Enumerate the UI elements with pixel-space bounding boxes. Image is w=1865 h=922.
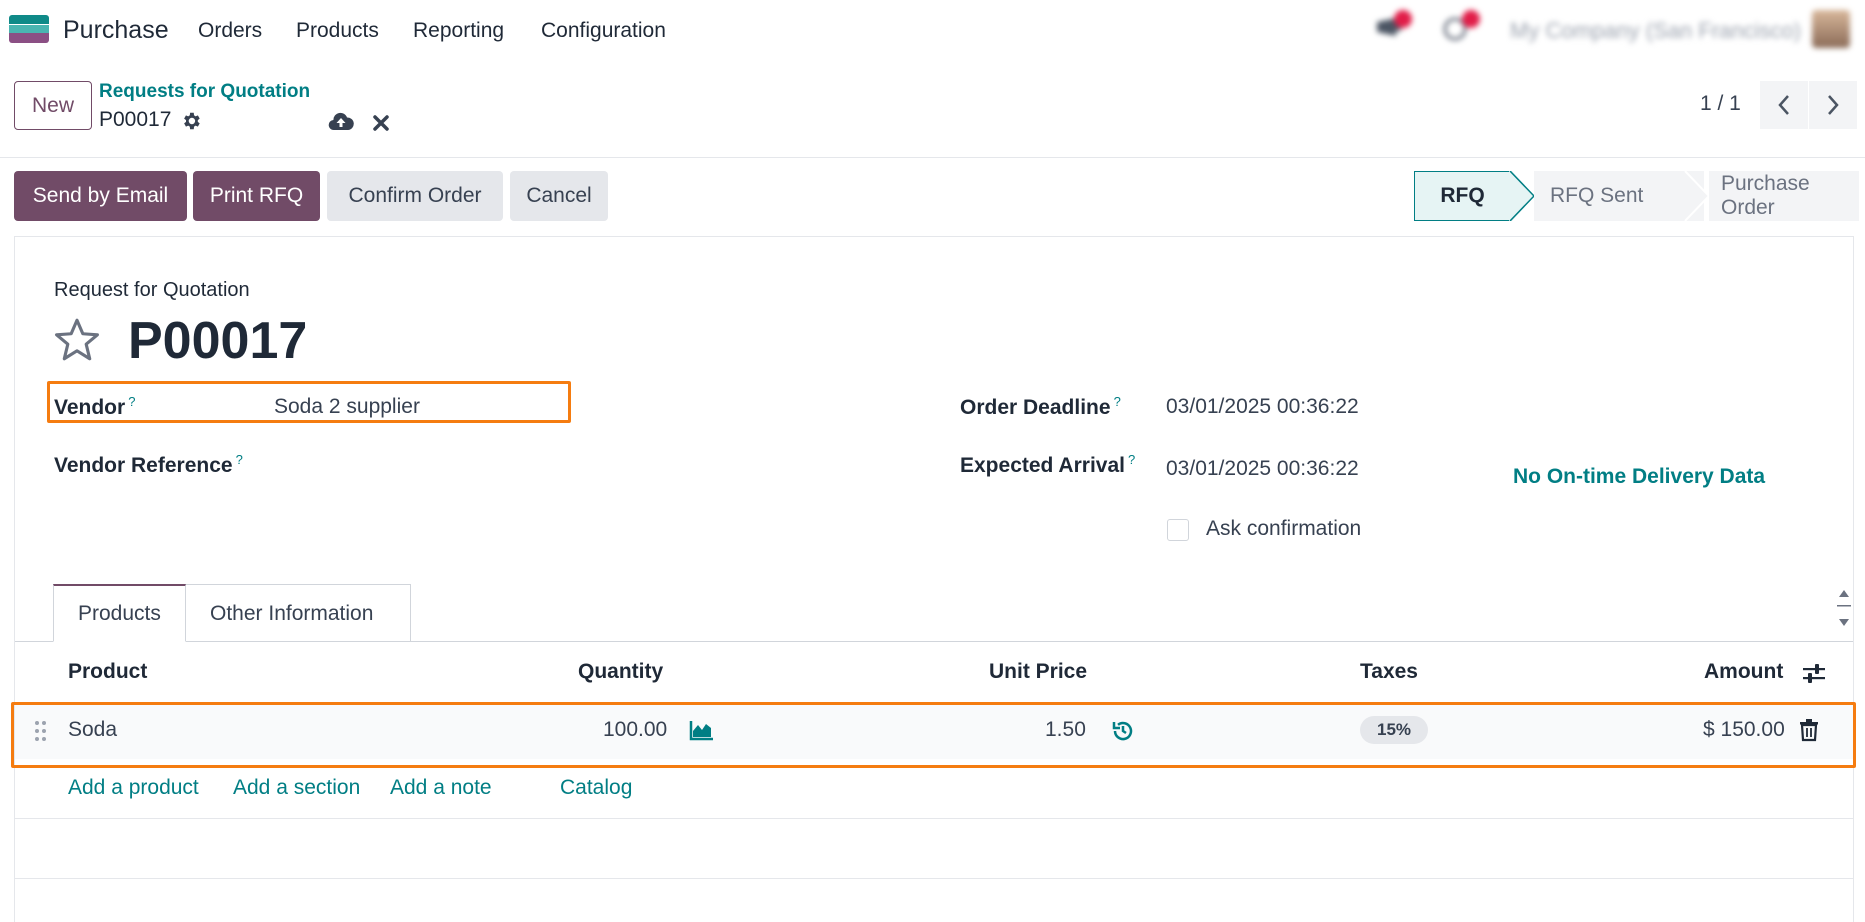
- cancel-button[interactable]: Cancel: [510, 171, 608, 221]
- column-quantity[interactable]: Quantity: [578, 660, 663, 684]
- order-line-highlight-box: [11, 702, 1856, 768]
- tab-other-information[interactable]: Other Information: [186, 584, 411, 642]
- help-tooltip-icon[interactable]: ?: [128, 394, 135, 409]
- order-lines-header: Product Quantity Unit Price Taxes Amount: [15, 643, 1853, 701]
- order-deadline-field[interactable]: 03/01/2025 00:36:22: [1166, 395, 1359, 419]
- app-name[interactable]: Purchase: [63, 16, 169, 45]
- ask-confirmation-checkbox[interactable]: [1167, 519, 1189, 541]
- order-deadline-label: Order Deadline?: [960, 394, 1121, 419]
- empty-row: [15, 819, 1853, 879]
- activity-clock-icon[interactable]: [1442, 10, 1480, 42]
- document-type-label: Request for Quotation: [54, 279, 250, 301]
- catalog-link[interactable]: Catalog: [560, 776, 632, 800]
- scroll-arrows-icon[interactable]: [1837, 588, 1851, 628]
- help-tooltip-icon[interactable]: ?: [1128, 452, 1135, 467]
- expected-arrival-field[interactable]: 03/01/2025 00:36:22: [1166, 457, 1359, 481]
- priority-star-icon[interactable]: [52, 315, 102, 365]
- help-tooltip-icon[interactable]: ?: [1114, 394, 1121, 409]
- form-action-bar: Send by Email Print RFQ Confirm Order Ca…: [0, 158, 1865, 238]
- chevron-right-icon: [1828, 95, 1839, 115]
- column-settings-icon[interactable]: [1802, 663, 1826, 685]
- menu-products[interactable]: Products: [296, 19, 379, 43]
- chevron-left-icon: [1778, 95, 1789, 115]
- add-line-row: Add a product Add a section Add a note C…: [15, 759, 1853, 819]
- confirm-order-button[interactable]: Confirm Order: [327, 171, 503, 221]
- status-rfq[interactable]: RFQ: [1414, 171, 1510, 221]
- send-by-email-button[interactable]: Send by Email: [14, 171, 187, 221]
- menu-reporting[interactable]: Reporting: [413, 19, 504, 43]
- pager-value[interactable]: 1 / 1: [1700, 92, 1741, 116]
- status-arrow: [1509, 171, 1535, 221]
- menu-orders[interactable]: Orders: [198, 19, 262, 43]
- purchase-app-icon[interactable]: [9, 15, 49, 43]
- notebook-tabs: Products Other Information: [15, 584, 1853, 642]
- print-rfq-button[interactable]: Print RFQ: [193, 171, 320, 221]
- breadcrumb-rfq-link[interactable]: Requests for Quotation: [99, 81, 310, 103]
- status-bar: RFQ RFQ Sent Purchase Order: [1414, 171, 1859, 221]
- column-unit-price[interactable]: Unit Price: [989, 660, 1087, 684]
- add-product-link[interactable]: Add a product: [68, 776, 199, 800]
- vendor-field[interactable]: Soda 2 supplier: [274, 395, 420, 419]
- tab-products[interactable]: Products: [53, 584, 186, 642]
- status-arrow: [1684, 171, 1710, 221]
- discard-close-icon[interactable]: [372, 112, 390, 131]
- ontime-delivery-link[interactable]: No On-time Delivery Data: [1513, 465, 1765, 489]
- status-purchase-order[interactable]: Purchase Order: [1709, 171, 1859, 221]
- vendor-label: Vendor?: [54, 394, 136, 419]
- messaging-icon[interactable]: [1374, 10, 1412, 42]
- pager-previous-button[interactable]: [1760, 81, 1808, 129]
- pager-next-button[interactable]: [1809, 81, 1857, 129]
- gear-icon[interactable]: [180, 110, 202, 132]
- ask-confirmation-label[interactable]: Ask confirmation: [1206, 517, 1361, 541]
- company-switcher[interactable]: My Company (San Francisco): [1510, 18, 1801, 44]
- save-cloud-icon[interactable]: [328, 110, 354, 132]
- vendor-reference-label: Vendor Reference?: [54, 452, 243, 477]
- help-tooltip-icon[interactable]: ?: [236, 452, 243, 467]
- menu-configuration[interactable]: Configuration: [541, 19, 666, 43]
- add-note-link[interactable]: Add a note: [390, 776, 492, 800]
- add-section-link[interactable]: Add a section: [233, 776, 360, 800]
- expected-arrival-label: Expected Arrival?: [960, 452, 1136, 477]
- column-product[interactable]: Product: [68, 660, 147, 684]
- form-sheet: Request for Quotation P00017 Vendor? Sod…: [14, 236, 1854, 922]
- user-avatar[interactable]: [1812, 10, 1850, 48]
- document-title: P00017: [128, 312, 308, 370]
- top-navbar: Purchase Orders Products Reporting Confi…: [0, 0, 1865, 62]
- column-amount[interactable]: Amount: [1704, 660, 1783, 684]
- control-panel: New Requests for Quotation P00017 1 / 1: [0, 62, 1865, 158]
- breadcrumb-record-name: P00017: [99, 108, 172, 131]
- column-taxes[interactable]: Taxes: [1360, 660, 1418, 684]
- status-rfq-sent[interactable]: RFQ Sent: [1534, 171, 1704, 221]
- new-button[interactable]: New: [14, 81, 92, 130]
